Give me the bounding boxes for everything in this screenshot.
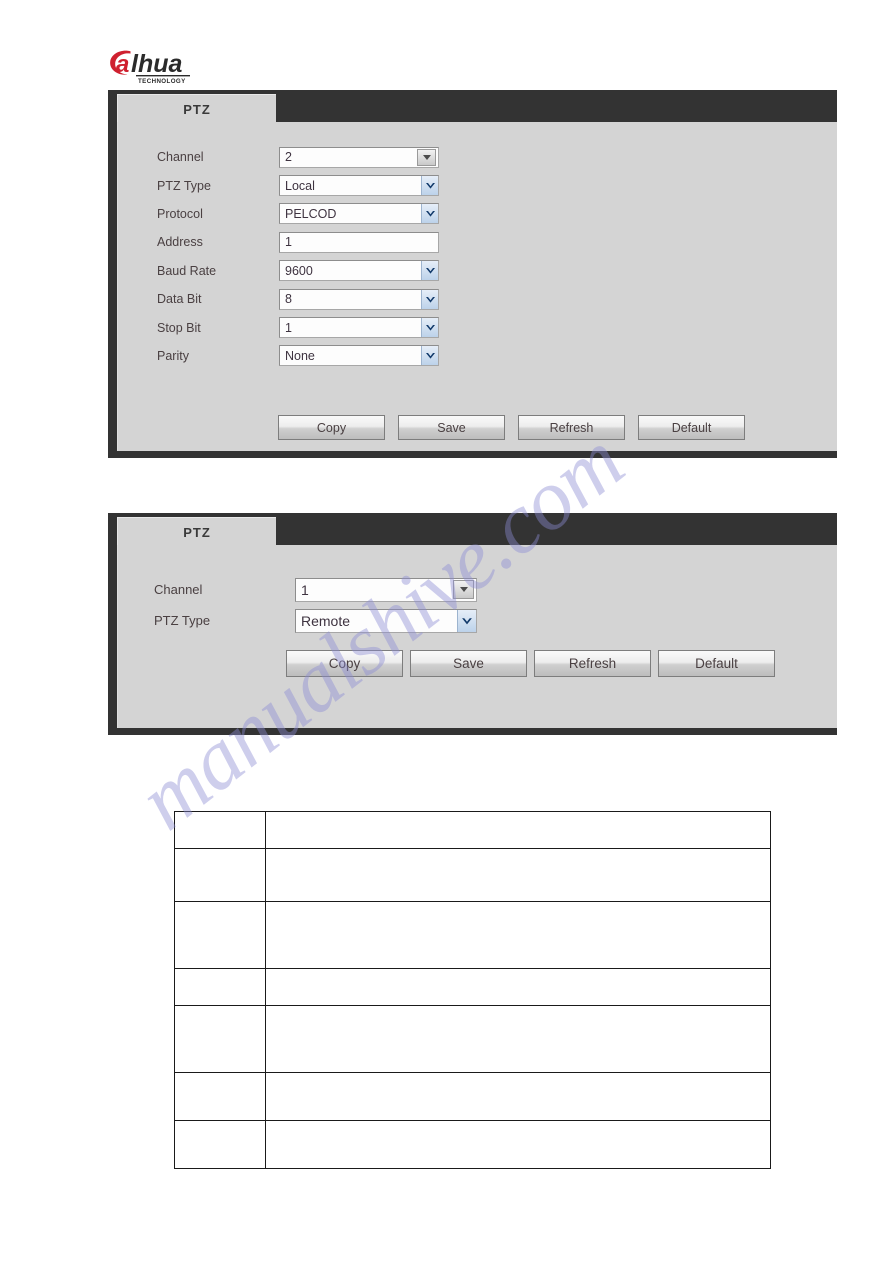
select-channel-remote[interactable]: 1 bbox=[295, 577, 477, 602]
table-cell bbox=[265, 968, 771, 1006]
button-row-local: Copy Save Refresh Default bbox=[278, 415, 745, 440]
panel-header-local: PTZ bbox=[108, 90, 837, 123]
field-row-address: Address 1 bbox=[157, 228, 439, 256]
select-ptz-type[interactable]: Local bbox=[279, 175, 439, 197]
ptz-form-remote: Channel 1 PTZ Type Remote bbox=[154, 574, 477, 636]
button-row-remote: Copy Save Refresh Default bbox=[286, 650, 775, 677]
table-cell bbox=[265, 1120, 771, 1169]
table-cell bbox=[174, 848, 266, 902]
table-row bbox=[174, 848, 771, 902]
save-button[interactable]: Save bbox=[410, 650, 527, 677]
field-row-channel: Channel 2 bbox=[157, 143, 439, 171]
select-ptz-type-remote[interactable]: Remote bbox=[295, 608, 477, 633]
select-ptz-type-remote-value: Remote bbox=[301, 612, 351, 629]
ptz-form-local: Channel 2 PTZ Type Local Protocol PELCOD… bbox=[157, 143, 439, 370]
chevron-down-icon[interactable] bbox=[457, 609, 476, 632]
refresh-button[interactable]: Refresh bbox=[518, 415, 625, 440]
select-stop-bit-value: 1 bbox=[285, 320, 292, 335]
label-address: Address bbox=[157, 235, 203, 250]
chevron-down-icon[interactable] bbox=[421, 318, 438, 338]
select-channel-remote-value: 1 bbox=[301, 581, 309, 598]
panel-header-remote: PTZ bbox=[108, 513, 837, 546]
select-parity-value: None bbox=[285, 348, 315, 363]
refresh-button[interactable]: Refresh bbox=[534, 650, 651, 677]
select-protocol[interactable]: PELCOD bbox=[279, 203, 439, 225]
select-ptz-type-value: Local bbox=[285, 178, 315, 193]
chevron-down-icon[interactable] bbox=[421, 289, 438, 309]
chevron-down-icon[interactable] bbox=[421, 204, 438, 224]
save-button[interactable]: Save bbox=[398, 415, 505, 440]
table-cell bbox=[265, 1072, 771, 1121]
parameter-description-table bbox=[174, 811, 771, 1169]
table-row bbox=[174, 1072, 771, 1121]
label-protocol: Protocol bbox=[157, 206, 203, 221]
chevron-down-icon[interactable] bbox=[421, 261, 438, 281]
chevron-down-icon[interactable] bbox=[421, 176, 438, 196]
select-baud-rate-value: 9600 bbox=[285, 263, 313, 278]
input-address[interactable]: 1 bbox=[279, 231, 439, 253]
field-row-baud-rate: Baud Rate 9600 bbox=[157, 257, 439, 285]
table-body bbox=[174, 811, 771, 1169]
select-parity[interactable]: None bbox=[279, 345, 439, 367]
table-cell bbox=[265, 901, 771, 969]
table-cell bbox=[174, 1005, 266, 1073]
tab-ptz-remote[interactable]: PTZ bbox=[117, 517, 276, 546]
table-cell bbox=[174, 1120, 266, 1169]
select-protocol-value: PELCOD bbox=[285, 206, 337, 221]
table-cell bbox=[174, 901, 266, 969]
table-cell bbox=[265, 811, 771, 849]
label-parity: Parity bbox=[157, 348, 189, 363]
default-button[interactable]: Default bbox=[638, 415, 745, 440]
field-row-data-bit: Data Bit 8 bbox=[157, 285, 439, 313]
panel-body-local: Channel 2 PTZ Type Local Protocol PELCOD… bbox=[117, 122, 837, 451]
label-stop-bit: Stop Bit bbox=[157, 320, 201, 335]
ptz-panel-remote: PTZ Channel 1 PTZ Type Remote Copy Save … bbox=[108, 513, 837, 735]
table-row bbox=[174, 1120, 771, 1169]
select-data-bit[interactable]: 8 bbox=[279, 288, 439, 310]
select-data-bit-value: 8 bbox=[285, 292, 292, 307]
field-row-stop-bit: Stop Bit 1 bbox=[157, 313, 439, 341]
select-channel[interactable]: 2 bbox=[279, 146, 439, 168]
label-ptz-type-remote: PTZ Type bbox=[154, 613, 211, 628]
table-cell bbox=[265, 848, 771, 902]
table-row bbox=[174, 1005, 771, 1073]
copy-button[interactable]: Copy bbox=[286, 650, 403, 677]
select-baud-rate[interactable]: 9600 bbox=[279, 260, 439, 282]
input-address-value: 1 bbox=[285, 235, 292, 250]
label-channel: Channel bbox=[157, 150, 204, 165]
svg-text:a: a bbox=[116, 51, 129, 78]
chevron-down-icon[interactable] bbox=[417, 148, 436, 166]
table-row bbox=[174, 811, 771, 849]
select-stop-bit[interactable]: 1 bbox=[279, 317, 439, 339]
label-channel-remote: Channel bbox=[154, 582, 203, 597]
table-cell bbox=[265, 1005, 771, 1073]
table-cell bbox=[174, 968, 266, 1006]
chevron-down-icon[interactable] bbox=[421, 346, 438, 366]
chevron-down-icon[interactable] bbox=[453, 580, 474, 599]
svg-text:lhua: lhua bbox=[131, 50, 182, 78]
select-channel-value: 2 bbox=[285, 150, 292, 165]
field-row-parity: Parity None bbox=[157, 342, 439, 370]
table-cell bbox=[174, 811, 266, 849]
table-row bbox=[174, 901, 771, 969]
dahua-logo: a lhua TECHNOLOGY bbox=[108, 47, 228, 85]
copy-button[interactable]: Copy bbox=[278, 415, 385, 440]
logo-subtitle: TECHNOLOGY bbox=[138, 78, 186, 85]
field-row-channel-remote: Channel 1 bbox=[154, 574, 477, 605]
label-data-bit: Data Bit bbox=[157, 292, 202, 307]
field-row-ptz-type: PTZ Type Local bbox=[157, 171, 439, 199]
table-cell bbox=[174, 1072, 266, 1121]
label-ptz-type: PTZ Type bbox=[157, 178, 211, 193]
panel-body-remote: Channel 1 PTZ Type Remote Copy Save Refr… bbox=[117, 545, 837, 728]
table-row bbox=[174, 968, 771, 1006]
ptz-panel-local: PTZ Channel 2 PTZ Type Local Protocol PE… bbox=[108, 90, 837, 458]
default-button[interactable]: Default bbox=[658, 650, 775, 677]
field-row-protocol: Protocol PELCOD bbox=[157, 200, 439, 228]
field-row-ptz-type-remote: PTZ Type Remote bbox=[154, 605, 477, 636]
label-baud-rate: Baud Rate bbox=[157, 263, 217, 278]
tab-ptz-local[interactable]: PTZ bbox=[117, 94, 276, 123]
